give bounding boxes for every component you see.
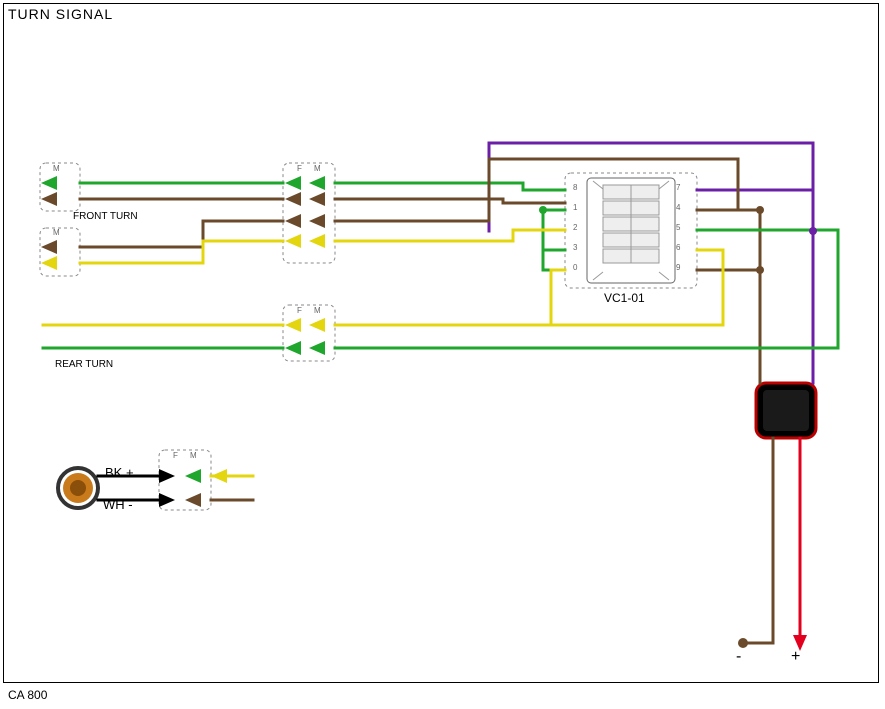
wiring-svg xyxy=(3,3,879,683)
footer-label: CA 800 xyxy=(8,688,47,702)
